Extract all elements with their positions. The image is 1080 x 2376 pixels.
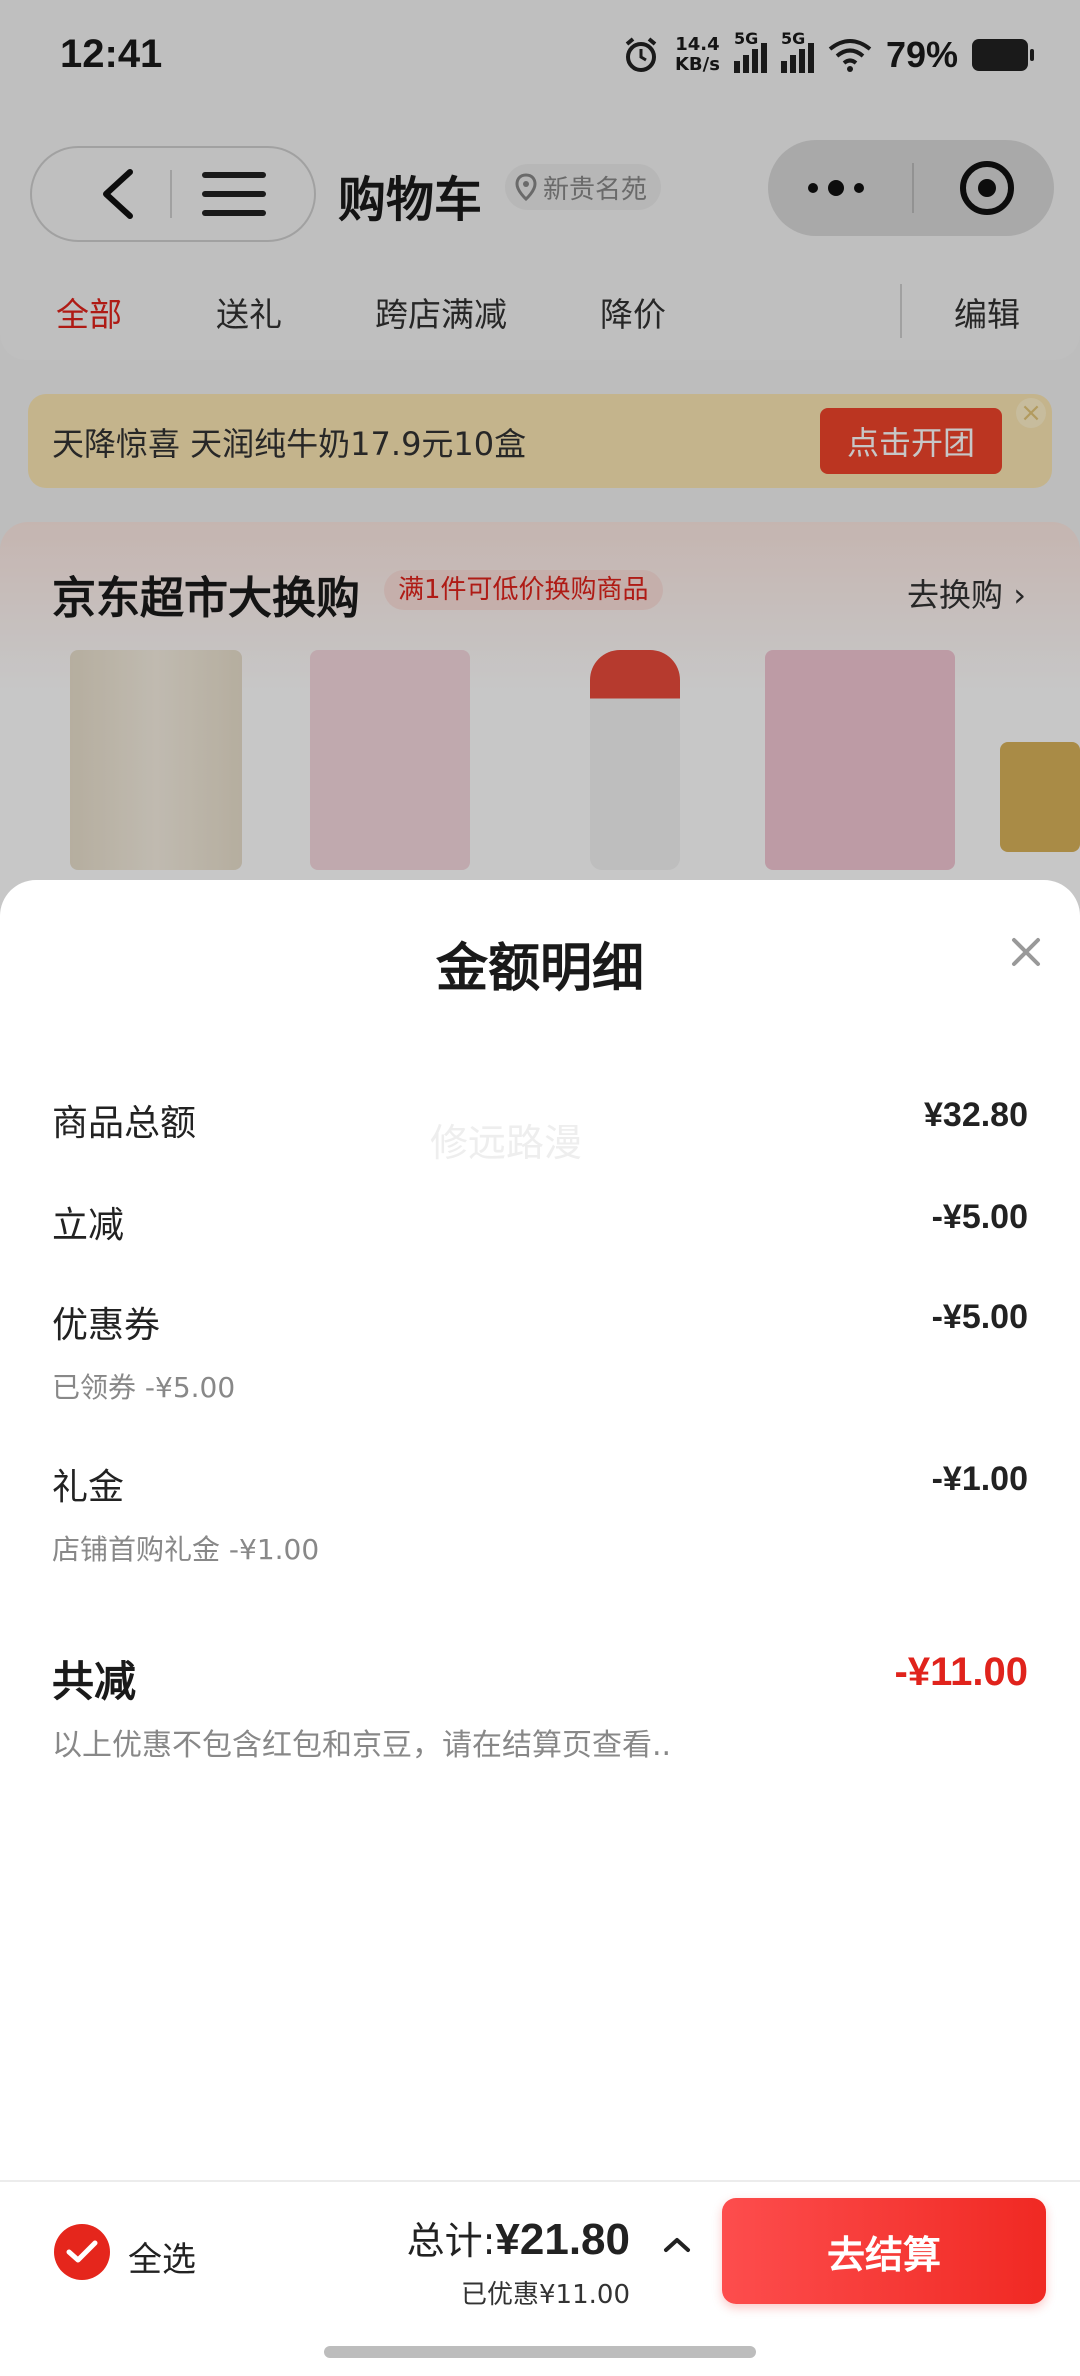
row-subtext: 店铺首购礼金 -¥1.00 [52, 1533, 320, 1566]
row-label: 礼金 [52, 1467, 125, 1508]
row-value: -¥1.00 [931, 1460, 1028, 1498]
watermark: 修远路漫 [430, 1121, 583, 1165]
row-value: -¥5.00 [931, 1198, 1028, 1236]
select-all-label[interactable]: 全选 [128, 2232, 196, 2281]
total-summary: 总计:¥21.80 [407, 2210, 630, 2265]
total-prefix: 总计: [406, 2219, 496, 2263]
close-icon[interactable] [1002, 928, 1050, 976]
row-label: 商品总额 [52, 1103, 197, 1144]
row-label: 优惠券 [52, 1305, 161, 1346]
discount-note: 以上优惠不包含红包和京豆，请在结算页查看.. [52, 1728, 672, 1763]
select-all-checkbox[interactable] [54, 2224, 110, 2280]
total-discount-value: -¥11.00 [894, 1650, 1028, 1694]
row-value: -¥5.00 [931, 1298, 1028, 1336]
amount-detail-sheet: 金额明细 修远路漫 商品总额 ¥32.80 立减 -¥5.00 优惠券 -¥5.… [0, 880, 1080, 2180]
home-indicator[interactable] [324, 2346, 756, 2358]
row-label: 立减 [52, 1205, 125, 1246]
row-subtext: 已领券 -¥5.00 [52, 1371, 236, 1404]
checkmark-icon [66, 2240, 98, 2263]
total-discount-label: 共减 [52, 1657, 137, 1706]
saved-amount: 已优惠¥11.00 [461, 2280, 630, 2310]
checkout-button[interactable]: 去结算 [722, 2198, 1046, 2304]
sheet-title: 金额明细 [435, 939, 644, 999]
total-amount: ¥21.80 [495, 2215, 630, 2264]
chevron-up-icon[interactable] [660, 2228, 694, 2262]
row-value: ¥32.80 [924, 1096, 1028, 1134]
checkout-bar: 全选 总计:¥21.80 已优惠¥11.00 去结算 [0, 2180, 1080, 2376]
